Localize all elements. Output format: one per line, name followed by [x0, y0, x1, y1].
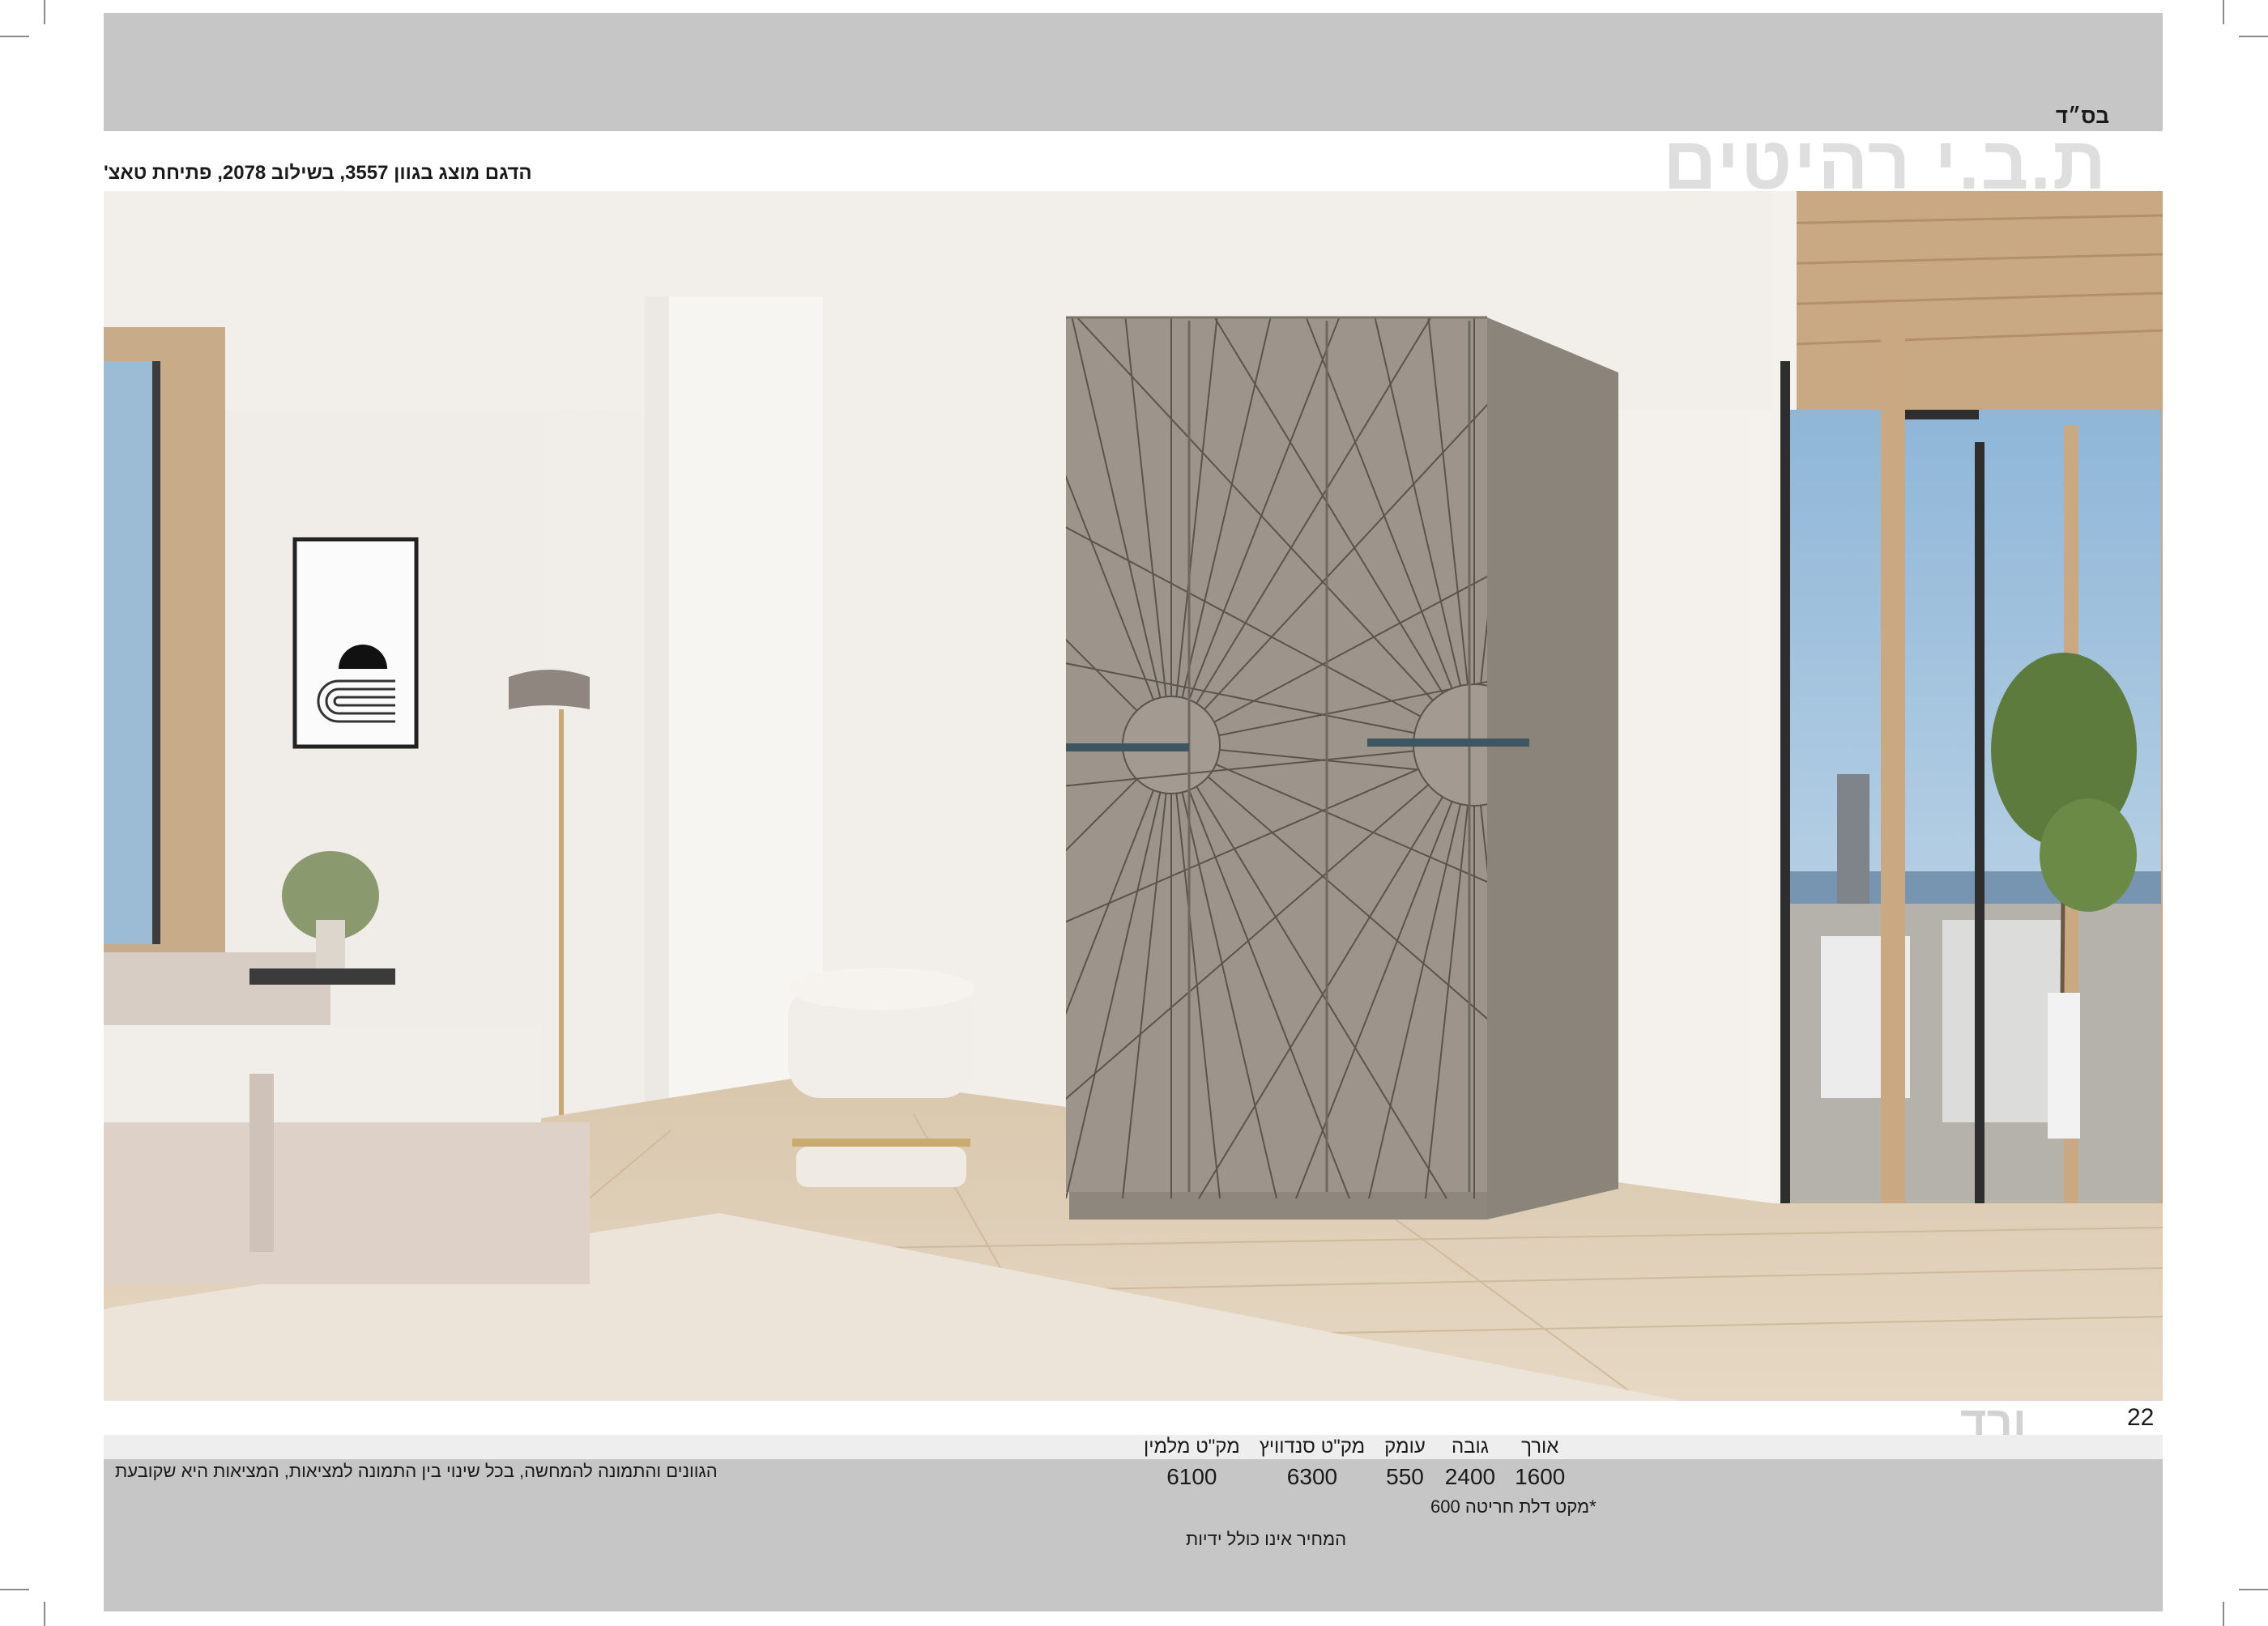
spec-value-length: 1600 — [1515, 1464, 1566, 1489]
handles-note: המחיר אינו כולל ידיות — [1186, 1529, 1347, 1549]
spec-header-height: גובה — [1451, 1436, 1489, 1458]
product-caption: הדגם מוצג בגוון 3557, בשילוב 2078, פתיחת… — [104, 162, 532, 184]
spec-value-row: 1600 2400 550 6300 6100 — [1134, 1459, 1575, 1495]
spec-value-sku-sandwich: 6300 — [1286, 1464, 1338, 1489]
spec-header-sku-sandwich: מק"ט סנדוויץ — [1259, 1436, 1366, 1458]
product-photo — [104, 191, 2163, 1401]
footer-band — [104, 1459, 2163, 1611]
spec-value-depth: 550 — [1386, 1464, 1424, 1489]
spec-header-length: אורך — [1521, 1436, 1559, 1458]
spec-header-row: אורך גובה עומק מק"ט סנדוויץ מק"ט מלמין — [1134, 1435, 1575, 1459]
spec-value-height: 2400 — [1444, 1464, 1496, 1489]
spec-header-sku-melamine: מק"ט מלמין — [1144, 1436, 1240, 1458]
crop-mark — [2239, 36, 2268, 37]
crop-mark — [0, 1589, 29, 1590]
crop-mark — [0, 36, 29, 37]
header-band — [104, 13, 2163, 131]
spec-value-sku-melamine: 6100 — [1166, 1464, 1217, 1489]
crop-mark — [2223, 1602, 2224, 1626]
disclaimer-text: הגוונים והתמונה להמחשה, בכל שינוי בין הת… — [115, 1461, 718, 1481]
crop-mark — [44, 1602, 45, 1626]
spec-table: אורך גובה עומק מק"ט סנדוויץ מק"ט מלמין 1… — [1134, 1435, 1620, 1495]
crop-mark — [2239, 1589, 2268, 1590]
page-number: 22 — [2127, 1404, 2155, 1431]
spec-header-depth: עומק — [1384, 1436, 1426, 1458]
crop-mark — [44, 0, 45, 24]
door-sku-note: *מקט דלת חריטה 600 — [1430, 1496, 1597, 1517]
spec-header-strip — [104, 1435, 2163, 1459]
crop-mark — [2223, 0, 2224, 24]
